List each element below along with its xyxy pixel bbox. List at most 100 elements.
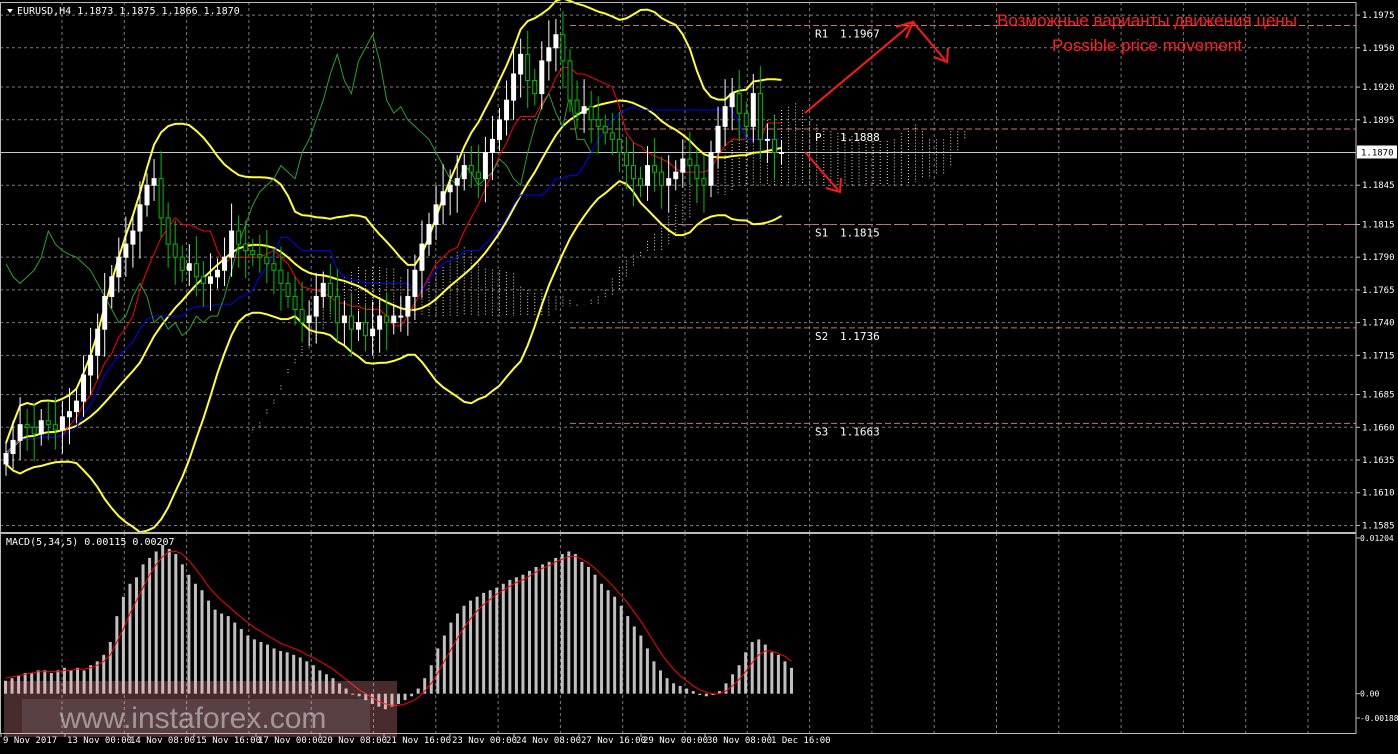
candle-body (406, 296, 410, 316)
candle-body (730, 94, 734, 107)
candle-body (208, 277, 212, 284)
x-tick-label: 9 Nov 2017 (3, 736, 57, 746)
candle-body (67, 412, 71, 417)
macd-bar (482, 593, 485, 694)
y-tick-label: 1.1660 (1362, 423, 1395, 433)
candle-body (695, 166, 699, 179)
macd-bar (443, 636, 446, 694)
candle-body (631, 166, 635, 179)
macd-bar (128, 584, 131, 694)
x-tick-label: 20 Nov 08:00 (322, 736, 387, 746)
macd-bar (489, 590, 492, 693)
candle-body (758, 94, 762, 140)
macd-bar (790, 668, 793, 694)
candle-body (624, 152, 628, 165)
trading-chart[interactable]: R11.1967P1.1888S11.1815S21.1736S31.1663 … (0, 0, 1398, 750)
candle-body (399, 316, 403, 317)
candle-body (547, 48, 551, 61)
candle-body (75, 401, 79, 411)
macd-bar (521, 575, 524, 694)
x-tick-label: 27 Nov 16:00 (581, 736, 646, 746)
macd-bar (194, 584, 197, 694)
macd-bar (430, 665, 433, 693)
candle-body (498, 120, 502, 140)
macd-bar (633, 626, 636, 693)
macd-bar (528, 571, 531, 694)
candle-body (519, 54, 523, 74)
candle-body (103, 296, 107, 329)
pivot-label-s2: S2 (815, 330, 828, 343)
macd-bar (122, 597, 125, 694)
y-tick-label: 1.1790 (1362, 253, 1395, 263)
macd-bar (548, 562, 551, 694)
macd-bar (515, 577, 518, 693)
macd-bar (783, 661, 786, 693)
candle-body (646, 166, 650, 186)
candle-body (540, 61, 544, 94)
candle-body (279, 270, 283, 283)
macd-bar (652, 661, 655, 693)
candle-body (286, 283, 290, 296)
macd-bar (685, 689, 688, 694)
macd-bar (777, 655, 780, 694)
candle-body (25, 425, 29, 428)
pivot-value-r1: 1.1967 (840, 28, 880, 41)
candle-body (230, 231, 234, 257)
candle-body (476, 172, 480, 179)
candle-body (187, 264, 191, 271)
candle-body (561, 35, 565, 61)
macd-bar (751, 642, 754, 694)
macd-bar (692, 691, 695, 694)
candle-body (737, 94, 741, 114)
candle-body (96, 329, 100, 355)
macd-bar (469, 601, 472, 694)
y-tick-label: 1.1975 (1362, 11, 1395, 21)
candle-body (60, 417, 64, 430)
y-tick-label: 1.1585 (1362, 521, 1395, 531)
pivot-label-s1: S1 (815, 226, 828, 239)
candle-body (180, 257, 184, 270)
macd-bar (757, 639, 760, 693)
macd-bar (404, 694, 407, 700)
candle-body (688, 159, 692, 166)
pivot-value-s1: 1.1815 (840, 226, 880, 239)
macd-bar (135, 577, 138, 693)
candle-body (716, 126, 720, 152)
x-tick-label: 15 Nov 16:00 (196, 736, 261, 746)
candle-body (441, 192, 445, 205)
y-tick-label: 1.1635 (1362, 456, 1395, 466)
annotation-line-ru: Возможные варианты движения цены (997, 11, 1297, 30)
candle-body (342, 316, 346, 323)
y-tick-label: 1.1685 (1362, 391, 1395, 401)
macd-bar (725, 683, 728, 693)
candle-body (660, 172, 664, 185)
candle-body (617, 139, 621, 152)
y-tick-label: 1.1895 (1362, 116, 1395, 126)
candle-body (512, 74, 516, 100)
candle-body (321, 283, 325, 296)
candle-body (568, 61, 572, 100)
candle-body (723, 107, 727, 127)
candle-body (201, 277, 205, 284)
macd-bar (535, 567, 538, 694)
candle-body (709, 152, 713, 185)
macd-bar (155, 551, 158, 693)
candle-body (216, 270, 220, 277)
candle-body (702, 179, 706, 186)
pivot-value-p: 1.1888 (840, 131, 880, 144)
macd-bar (410, 694, 413, 697)
x-tick-label: 24 Nov 08:00 (516, 736, 581, 746)
candle-body (639, 179, 643, 186)
candle-body (744, 113, 748, 126)
macd-bar (508, 580, 511, 694)
macd-title: MACD(5,34,5) 0.00115 0.00207 (6, 537, 175, 548)
candle-body (307, 316, 311, 323)
candle-body (596, 120, 600, 127)
x-tick-label: 14 Nov 08:00 (130, 736, 195, 746)
candle-body (554, 35, 558, 48)
candle-body (223, 257, 227, 270)
candle-body (39, 421, 43, 434)
candle-body (780, 152, 784, 153)
candle-body (582, 107, 586, 114)
macd-bar (613, 597, 616, 694)
